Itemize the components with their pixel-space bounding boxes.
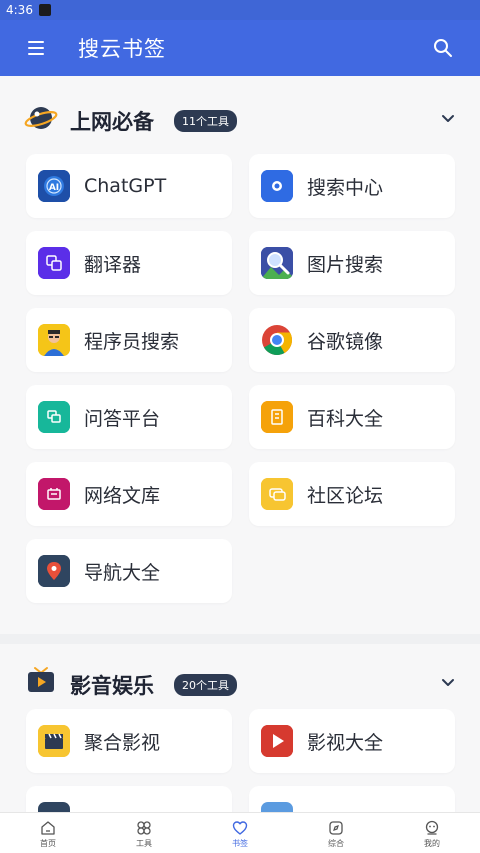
planet-icon: [24, 107, 58, 129]
nav-tools[interactable]: 工具: [96, 813, 192, 853]
nav-label: 工具: [136, 838, 152, 848]
tool-label: 影视大全: [307, 731, 384, 754]
main-content: 上网必备 11个工具 AI ChatGPT 搜索中心 翻译器 图片搜索 程序员搜…: [0, 76, 480, 812]
nav-general[interactable]: 综合: [288, 813, 384, 853]
library-icon: [38, 478, 70, 510]
tool-navigation[interactable]: 导航大全: [26, 539, 232, 603]
search-center-icon: [261, 170, 293, 202]
status-bar: 4:36: [0, 0, 480, 20]
tool-label: 程序员搜索: [84, 330, 180, 353]
tool-video-collection[interactable]: 影视大全: [249, 709, 455, 773]
tool-encyclopedia[interactable]: 百科大全: [249, 385, 455, 449]
section-divider: [0, 634, 480, 644]
nav-home[interactable]: 首页: [0, 813, 96, 853]
encyclopedia-icon: [261, 401, 293, 433]
tool-label: ChatGPT: [84, 175, 167, 197]
tool-image-search[interactable]: 图片搜索: [249, 231, 455, 295]
app-title: 搜云书签: [78, 37, 166, 61]
nav-label: 我的: [424, 838, 440, 848]
translate-icon: [38, 247, 70, 279]
tools-icon: [137, 820, 151, 835]
compass-icon: [329, 820, 343, 835]
svg-text:AI: AI: [49, 183, 59, 193]
tool-google-mirror[interactable]: 谷歌镜像: [249, 308, 455, 372]
play-icon: [261, 725, 293, 757]
tool-programmer-search[interactable]: 程序员搜索: [26, 308, 232, 372]
tool-label: 谷歌镜像: [307, 330, 384, 353]
tool-label: 导航大全: [84, 561, 161, 584]
nav-label: 书签: [232, 838, 248, 848]
clapperboard-icon: [38, 725, 70, 757]
tool-count-badge: 20个工具: [174, 674, 237, 696]
section-internet-essentials: 上网必备 11个工具 AI ChatGPT 搜索中心 翻译器 图片搜索 程序员搜…: [0, 76, 480, 634]
forum-icon: [261, 478, 293, 510]
bookmark-heart-icon: [232, 820, 248, 835]
section-title: 影音娱乐: [70, 674, 154, 698]
tool-label: 问答平台: [84, 407, 161, 430]
nav-profile[interactable]: 我的: [384, 813, 480, 853]
tool-qa-platform[interactable]: 问答平台: [26, 385, 232, 449]
tool-community-forum[interactable]: 社区论坛: [249, 462, 455, 526]
image-search-icon: [261, 247, 293, 279]
location-pin-icon: [38, 555, 70, 587]
home-icon: [41, 820, 55, 835]
menu-icon: [28, 41, 44, 43]
ai-chip-icon: AI: [38, 170, 70, 202]
section-title: 上网必备: [70, 110, 154, 134]
tool-translator[interactable]: 翻译器: [26, 231, 232, 295]
tool-label: 百科大全: [307, 407, 384, 430]
menu-icon-line: [28, 53, 44, 55]
tool-label: 翻译器: [84, 253, 142, 276]
tv-icon: [28, 667, 54, 692]
tool-card-partial[interactable]: [249, 786, 455, 812]
section-entertainment: 影音娱乐 20个工具 聚合影视 影视大全: [0, 644, 480, 812]
chevron-down-icon[interactable]: [440, 111, 456, 127]
partial-tool-icon: [38, 802, 70, 812]
nav-label: 综合: [328, 838, 344, 848]
tool-label: 网络文库: [84, 484, 161, 507]
chrome-icon: [261, 324, 293, 356]
menu-button[interactable]: [28, 38, 52, 58]
search-icon[interactable]: [432, 37, 454, 59]
menu-icon-line: [28, 47, 44, 49]
tool-label: 社区论坛: [307, 484, 384, 507]
nav-label: 首页: [40, 838, 56, 848]
profile-icon: [425, 820, 439, 835]
tool-online-library[interactable]: 网络文库: [26, 462, 232, 526]
tool-search-center[interactable]: 搜索中心: [249, 154, 455, 218]
status-time: 4:36: [6, 3, 33, 17]
nav-bookmarks[interactable]: 书签: [192, 813, 288, 853]
programmer-avatar-icon: [38, 324, 70, 356]
qa-icon: [38, 401, 70, 433]
partial-tool-icon: [261, 802, 293, 812]
tool-chatgpt[interactable]: AI ChatGPT: [26, 154, 232, 218]
tool-label: 搜索中心: [307, 176, 384, 199]
tool-aggregated-video[interactable]: 聚合影视: [26, 709, 232, 773]
tool-card-partial[interactable]: [26, 786, 232, 812]
tool-label: 图片搜索: [307, 253, 384, 276]
section-header: 上网必备 11个工具: [0, 76, 480, 160]
tool-label: 聚合影视: [84, 731, 161, 754]
tool-count-badge: 11个工具: [174, 110, 237, 132]
notification-icon: [38, 4, 51, 16]
app-bar: 搜云书签: [0, 20, 480, 76]
bottom-nav: 首页 工具 书签 综合 我的: [0, 812, 480, 853]
chevron-down-icon[interactable]: [440, 675, 456, 691]
